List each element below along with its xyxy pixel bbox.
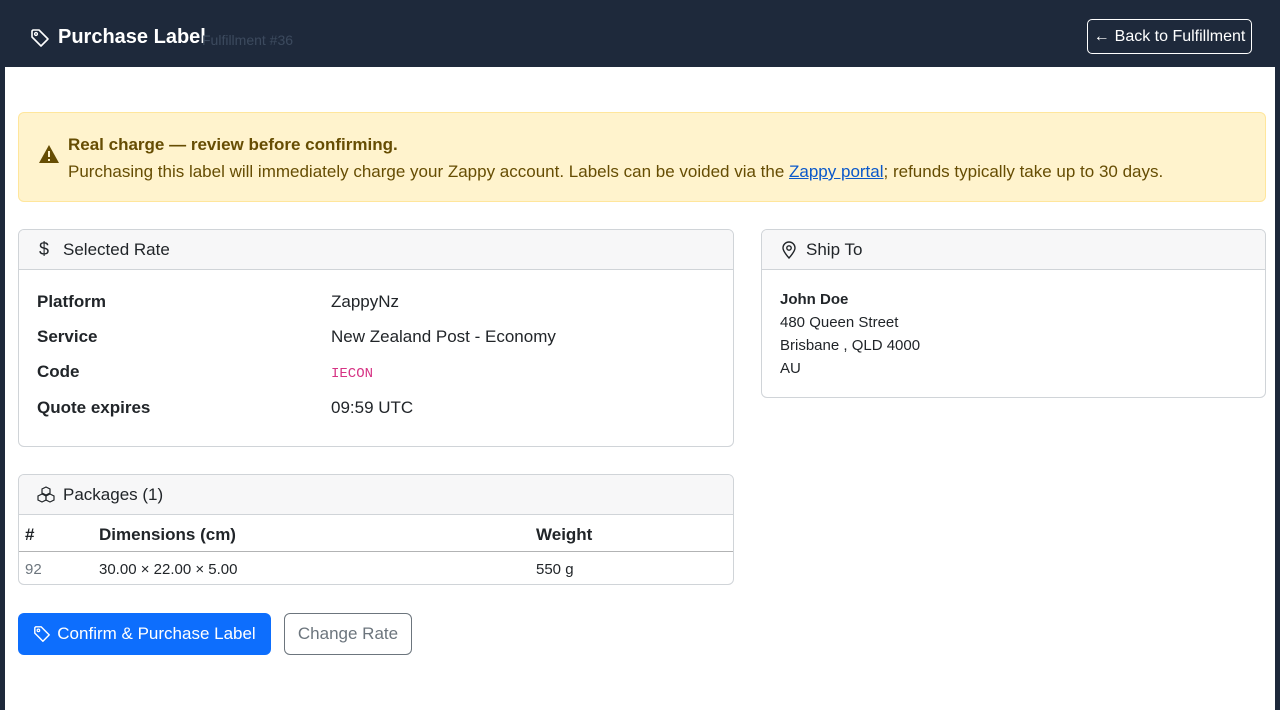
left-frame-edge [0, 67, 5, 710]
address-country: AU [780, 360, 801, 377]
ship-to-header: Ship To [762, 230, 1265, 270]
address-street: 480 Queen Street [780, 314, 899, 331]
page-header: Purchase Label Fulfillment #36 ← Back to… [0, 5, 1280, 67]
packages-title: Packages (1) [63, 485, 164, 504]
ship-to-title: Ship To [806, 240, 863, 259]
rate-key: Service [37, 327, 98, 346]
rate-value: New Zealand Post - Economy [331, 327, 556, 346]
rate-row-quote-expires: Quote expires 09:59 UTC [37, 396, 717, 420]
rate-row-platform: Platform ZappyNz [37, 290, 717, 314]
page-subtitle: Fulfillment #36 [202, 32, 294, 48]
map-pin-icon [782, 241, 796, 259]
table-header-rule [19, 551, 733, 552]
warning-triangle-icon [39, 145, 59, 163]
rate-key: Code [37, 362, 80, 381]
column-header-weight: Weight [536, 525, 593, 544]
rate-row-service: Service New Zealand Post - Economy [37, 325, 717, 349]
change-rate-button[interactable]: Change Rate [284, 613, 412, 655]
dollar-icon: $ [39, 239, 50, 259]
column-header-index: # [25, 525, 35, 544]
zappy-portal-link[interactable]: Zappy portal [789, 162, 884, 181]
back-button-label: Back to Fulfillment [1114, 27, 1246, 45]
rate-key: Platform [37, 292, 106, 311]
back-to-fulfillment-button[interactable]: ← Back to Fulfillment [1087, 19, 1252, 54]
package-weight: 550 g [536, 561, 574, 578]
packages-header: Packages (1) [19, 475, 733, 515]
tag-icon [34, 626, 51, 642]
packages-card: Packages (1) # Dimensions (cm) Weight 92… [18, 474, 734, 585]
tag-icon [31, 29, 49, 47]
address-city: Brisbane , QLD 4000 [780, 337, 921, 354]
alert-title: Real charge — review before confirming. [68, 135, 398, 154]
package-dimensions: 30.00 × 22.00 × 5.00 [99, 561, 238, 578]
rate-key: Quote expires [37, 398, 151, 417]
arrow-left-icon: ← [1093, 27, 1110, 45]
alert-body: Purchasing this label will immediately c… [68, 162, 1163, 182]
right-frame-edge [1275, 67, 1280, 710]
package-id: 92 [25, 561, 42, 578]
selected-rate-title: Selected Rate [63, 240, 170, 259]
rate-value: 09:59 UTC [331, 398, 414, 417]
confirm-button-label: Confirm & Purchase Label [57, 624, 256, 643]
warning-alert: Real charge — review before confirming. … [18, 112, 1266, 202]
rate-value: ZappyNz [331, 292, 400, 311]
rate-row-code: Code IECON [37, 360, 717, 384]
ship-to-card: Ship To John Doe 480 Queen Street Brisba… [761, 229, 1266, 398]
rate-code-value: IECON [331, 366, 374, 382]
confirm-purchase-button[interactable]: Confirm & Purchase Label [18, 613, 271, 655]
selected-rate-header: $ Selected Rate [19, 230, 733, 270]
selected-rate-card: $ Selected Rate Platform ZappyNz Service… [18, 229, 734, 447]
alert-body-suffix: ; refunds typically take up to 30 days. [883, 162, 1164, 181]
boxes-icon [37, 486, 55, 503]
recipient-name: John Doe [780, 291, 849, 308]
column-header-dimensions: Dimensions (cm) [99, 525, 236, 544]
alert-body-prefix: Purchasing this label will immediately c… [68, 162, 790, 181]
page-title: Purchase Label [58, 26, 206, 48]
